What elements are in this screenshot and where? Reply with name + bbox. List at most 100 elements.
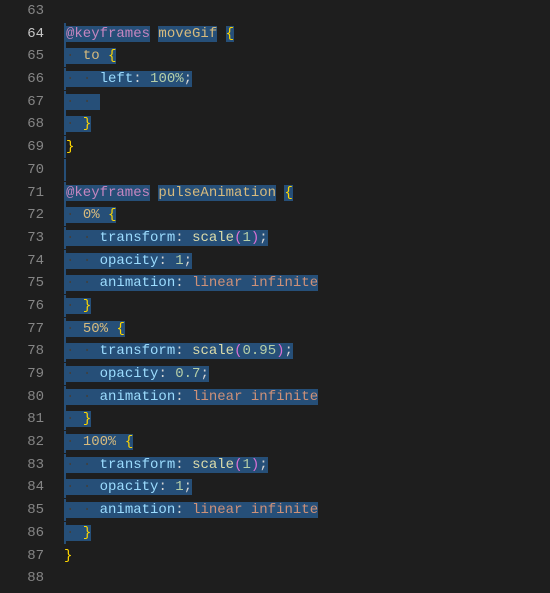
token-indent: · [66, 207, 83, 223]
token-val: linear [192, 502, 242, 518]
code-line[interactable]: @keyframes moveGif { [64, 23, 550, 46]
code-line[interactable] [64, 567, 550, 590]
code-line[interactable]: @keyframes pulseAnimation { [64, 182, 550, 205]
token-prop: animation [100, 502, 176, 518]
token-space [184, 502, 192, 518]
code-line[interactable]: · 100% { [64, 431, 550, 454]
code-line[interactable]: · 0% { [64, 204, 550, 227]
line-number: 70 [0, 159, 64, 182]
code-line[interactable] [64, 0, 550, 23]
line-number: 87 [0, 545, 64, 568]
code-line[interactable]: } [64, 136, 550, 159]
token-indent: · [66, 434, 83, 450]
line-number: 63 [0, 0, 64, 23]
code-line[interactable]: · · [64, 91, 550, 114]
code-line[interactable]: · · animation: linear infinite [64, 499, 550, 522]
token-punct: : [158, 479, 166, 495]
token-punct: : [175, 457, 183, 473]
code-line[interactable]: · · animation: linear infinite [64, 272, 550, 295]
token-indent: · · [66, 343, 100, 359]
token-indent: · · [66, 389, 100, 405]
line-number: 78 [0, 340, 64, 363]
token-indent: · [66, 525, 83, 541]
token-prop: opacity [100, 253, 159, 269]
code-editor[interactable]: 6364656667686970717273747576777879808182… [0, 0, 550, 593]
code-line[interactable]: · · left: 100%; [64, 68, 550, 91]
code-line[interactable]: · · opacity: 1; [64, 250, 550, 273]
token-brace: } [64, 548, 72, 564]
line-number: 82 [0, 431, 64, 454]
token-indent: · [66, 411, 83, 427]
token-num: 0.95 [242, 343, 276, 359]
token-space [184, 457, 192, 473]
line-number: 66 [0, 68, 64, 91]
line-number: 73 [0, 227, 64, 250]
token-indent: · · [66, 366, 100, 382]
token-prop: animation [100, 275, 176, 291]
token-prop: left [100, 71, 134, 87]
token-val: linear [192, 389, 242, 405]
token-val: infinite [251, 275, 318, 291]
line-number: 71 [0, 182, 64, 205]
code-line[interactable] [64, 159, 550, 182]
token-prop: transform [100, 457, 176, 473]
token-indent: · · [66, 457, 100, 473]
token-brace: { [108, 48, 116, 64]
code-line[interactable]: · to { [64, 45, 550, 68]
code-area[interactable]: @keyframes moveGif {· to {· · left: 100%… [64, 0, 550, 593]
line-number: 65 [0, 45, 64, 68]
code-line[interactable]: · · transform: scale(1); [64, 227, 550, 250]
token-brace: } [83, 411, 91, 427]
token-indent: · [66, 321, 83, 337]
token-num: 1 [242, 457, 250, 473]
token-brace: { [226, 26, 234, 42]
line-number: 74 [0, 250, 64, 273]
token-indent: · · [66, 275, 100, 291]
token-space [184, 275, 192, 291]
code-line[interactable]: · } [64, 113, 550, 136]
token-indent: · [66, 298, 83, 314]
code-line[interactable]: · · opacity: 1; [64, 476, 550, 499]
token-punct: : [158, 366, 166, 382]
token-indent: · [66, 48, 83, 64]
token-punct: ; [259, 457, 267, 473]
token-punct: ; [200, 366, 208, 382]
token-space [167, 253, 175, 269]
code-line[interactable]: · } [64, 522, 550, 545]
token-brace: { [108, 207, 116, 223]
token-punct: ; [259, 230, 267, 246]
code-line[interactable]: · 50% { [64, 318, 550, 341]
token-space [184, 389, 192, 405]
token-space [167, 366, 175, 382]
line-number: 86 [0, 522, 64, 545]
token-punct: : [175, 343, 183, 359]
token-val: linear [192, 275, 242, 291]
code-line[interactable]: · · opacity: 0.7; [64, 363, 550, 386]
code-line[interactable]: · · transform: scale(0.95); [64, 340, 550, 363]
token-name: 50% [83, 321, 108, 337]
token-func: scale [192, 457, 234, 473]
line-number-gutter: 6364656667686970717273747576777879808182… [0, 0, 64, 593]
line-number: 67 [0, 91, 64, 114]
token-space [242, 389, 250, 405]
line-number: 84 [0, 476, 64, 499]
token-punct: ; [184, 479, 192, 495]
code-line[interactable]: · } [64, 408, 550, 431]
token-prop: opacity [100, 479, 159, 495]
token-indent: · · [66, 502, 100, 518]
token-space [217, 26, 225, 42]
line-number: 83 [0, 454, 64, 477]
token-space [167, 479, 175, 495]
code-line[interactable]: } [64, 545, 550, 568]
token-brace: } [83, 116, 91, 132]
code-line[interactable]: · · animation: linear infinite [64, 386, 550, 409]
code-line[interactable]: · } [64, 295, 550, 318]
token-prop: animation [100, 389, 176, 405]
token-indent: · · [66, 253, 100, 269]
code-line[interactable]: · · transform: scale(1); [64, 454, 550, 477]
token-name: moveGif [158, 26, 217, 42]
line-number: 72 [0, 204, 64, 227]
token-punct: ; [184, 71, 192, 87]
token-space [242, 502, 250, 518]
token-prop: opacity [100, 366, 159, 382]
